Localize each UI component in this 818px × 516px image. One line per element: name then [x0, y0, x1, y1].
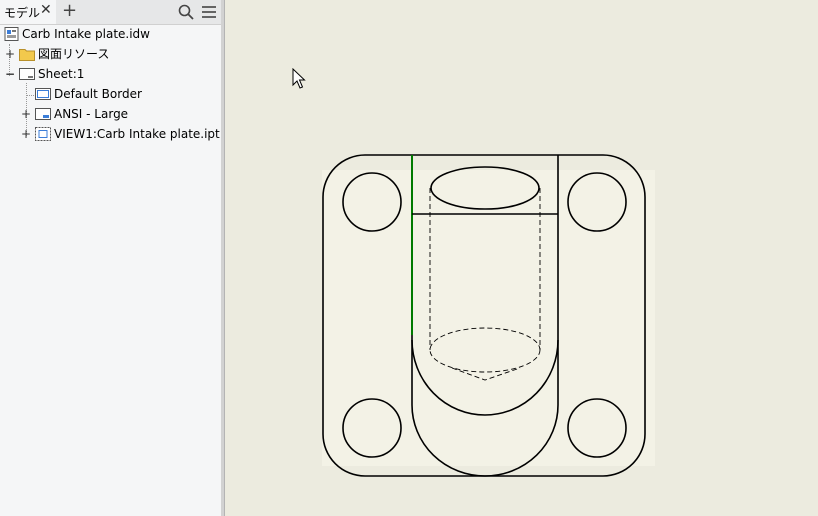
tree-item-label: VIEW1:Carb Intake plate.ipt: [54, 127, 220, 141]
tree-item-document[interactable]: Carb Intake plate.idw: [0, 25, 221, 43]
tree-item-drawing-resources[interactable]: + 図面リソース: [0, 45, 221, 63]
border-icon: [35, 88, 51, 100]
tree-item-label: Sheet:1: [38, 67, 85, 81]
search-icon[interactable]: [178, 4, 194, 20]
tree-item-title-block[interactable]: + ANSI - Large: [0, 105, 221, 123]
tree-item-label: ANSI - Large: [54, 107, 129, 121]
drawing-view-icon: [35, 127, 51, 141]
panel-splitter[interactable]: [221, 0, 225, 516]
mouse-cursor-icon: [292, 68, 306, 89]
tree-item-label: Default Border: [54, 87, 142, 101]
close-icon[interactable]: ✕: [40, 2, 52, 18]
drawing-view[interactable]: [300, 130, 670, 490]
tree-item-default-border[interactable]: Default Border: [0, 85, 221, 103]
tab-model-label: モデル: [4, 6, 41, 20]
tree-item-sheet[interactable]: − Sheet:1: [0, 65, 221, 83]
collapse-icon[interactable]: −: [5, 65, 15, 83]
tree-item-view1[interactable]: + VIEW1:Carb Intake plate.ipt: [0, 125, 221, 143]
sheet-icon: [19, 68, 35, 80]
menu-icon[interactable]: [201, 4, 217, 20]
expand-icon[interactable]: +: [21, 125, 31, 143]
expand-icon[interactable]: +: [5, 45, 15, 63]
title-block-icon: [35, 108, 51, 120]
drawing-document-icon: [4, 27, 19, 41]
add-tab-icon[interactable]: +: [62, 0, 77, 21]
browser-tab-bar: モデル ✕ +: [0, 0, 221, 25]
tab-model[interactable]: モデル ✕: [0, 0, 56, 24]
tree-item-label: Carb Intake plate.idw: [22, 27, 150, 41]
model-browser-panel: モデル ✕ + Carb Intake plate.idw + 図面リソース −…: [0, 0, 222, 516]
tree-item-label: 図面リソース: [38, 47, 110, 61]
expand-icon[interactable]: +: [21, 105, 31, 123]
folder-icon: [19, 49, 35, 61]
